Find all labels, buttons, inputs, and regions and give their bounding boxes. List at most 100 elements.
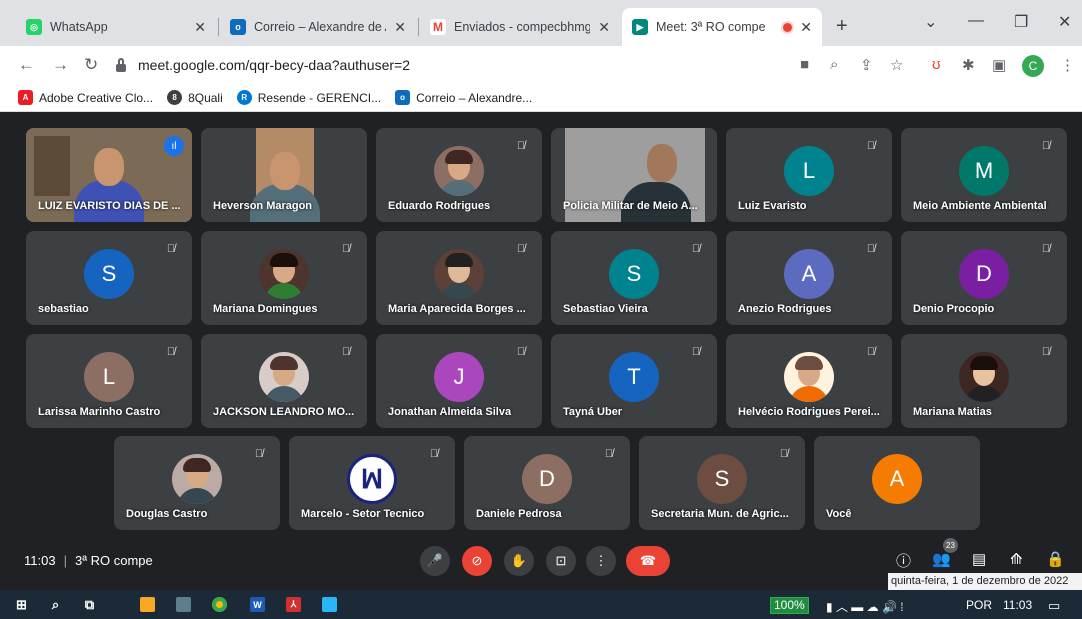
participant-avatar: D (959, 249, 1009, 300)
tray-icons[interactable]: ▮ ︿ ▬ ☁ 🔊 ⁞ (826, 598, 904, 615)
gmail-icon: M (430, 19, 446, 35)
tab-enviados[interactable]: M Enviados - compecbhmg@ ✕ (420, 8, 620, 46)
system-clock[interactable]: 11:03 (1003, 598, 1032, 612)
photos-icon[interactable] (322, 597, 337, 612)
muted-mic-icon: 🎙̸ (166, 243, 176, 255)
meet-stage: ıl LUIZ EVARISTO DIAS DE ... Heverson Ma… (0, 112, 1082, 590)
close-tab-icon[interactable]: ✕ (800, 19, 812, 36)
participant-tile[interactable]: 🎙̸ L Larissa Marinho Castro (26, 334, 192, 428)
microphone-button[interactable]: 🎤 (420, 546, 450, 576)
participants-count-badge: 23 (943, 538, 958, 553)
raise-hand-button[interactable]: ✋ (504, 546, 534, 576)
tab-correio[interactable]: o Correio – Alexandre de Ar ✕ (220, 8, 416, 46)
word-icon[interactable]: W (250, 597, 265, 612)
info-icon[interactable]: ⓘ (896, 550, 911, 571)
participant-tile[interactable]: 🎙̸ ꟽ Marcelo - Setor Tecnico (289, 436, 455, 530)
muted-mic-icon: 🎙̸ (516, 243, 526, 255)
restore-icon[interactable]: ❐ (1014, 12, 1028, 32)
participant-avatar: S (697, 454, 747, 505)
chrome-icon[interactable] (212, 597, 227, 612)
app-icon[interactable] (176, 597, 191, 612)
participant-tile[interactable]: 🎙̸ JACKSON LEANDRO MO... (201, 334, 367, 428)
reload-icon[interactable]: ↻ (84, 55, 98, 75)
muted-mic-icon: 🎙̸ (866, 140, 876, 152)
participant-tile[interactable]: 🎙̸ Douglas Castro (114, 436, 280, 530)
participant-tile[interactable]: Heverson Maragon (201, 128, 367, 222)
share-icon[interactable]: ⇪ (860, 56, 873, 74)
tab-search-icon[interactable]: ⌄ (924, 12, 937, 32)
file-explorer-icon[interactable] (140, 597, 155, 612)
participant-tile[interactable]: 🎙̸ A Anezio Rodrigues (726, 231, 892, 325)
close-window-icon[interactable]: ✕ (1058, 12, 1071, 32)
participant-tile[interactable]: 🎙̸ Mariana Domingues (201, 231, 367, 325)
more-options-button[interactable]: ⋮ (586, 546, 616, 576)
bookmark-star-icon[interactable]: ☆ (890, 56, 903, 74)
hand-icon: ✋ (510, 553, 528, 568)
task-view-icon[interactable]: ⧉ (82, 597, 97, 612)
participant-tile[interactable]: 🎙̸ M Meio Ambiente Ambiental (901, 128, 1067, 222)
8quali-icon: 8 (167, 90, 183, 105)
participant-tile[interactable]: Policia Militar de Meio A... (551, 128, 717, 222)
menu-icon[interactable]: ⋮ (1060, 56, 1075, 74)
tab-meet[interactable]: ▶ Meet: 3ª RO compe ✕ (622, 8, 822, 46)
leave-call-button[interactable]: ☎ (626, 546, 670, 576)
host-controls-icon[interactable]: 🔒 (1046, 550, 1065, 568)
muted-mic-icon: 🎙̸ (691, 243, 701, 255)
participant-tile[interactable]: ıl LUIZ EVARISTO DIAS DE ... (26, 128, 192, 222)
bookmark-correio[interactable]: o Correio – Alexandre... (395, 90, 532, 105)
participant-tile[interactable]: 🎙̸ Eduardo Rodrigues (376, 128, 542, 222)
sidepanel-icon[interactable]: ▣ (992, 56, 1006, 74)
participant-tile[interactable]: 🎙̸ T Tayná Uber (551, 334, 717, 428)
windows-start-icon[interactable]: ⊞ (14, 597, 29, 612)
address-bar[interactable]: meet.google.com/qqr-becy-daa?authuser=2 (116, 51, 876, 79)
participant-tile-self[interactable]: A Você (814, 436, 980, 530)
bookmark-8quali[interactable]: 8 8Quali (167, 90, 223, 105)
battery-indicator[interactable]: 100% (770, 597, 809, 614)
muted-mic-icon: 🎙̸ (516, 346, 526, 358)
back-icon[interactable]: ← (18, 55, 35, 75)
adobe-icon: A (18, 90, 33, 105)
forward-icon[interactable]: → (52, 55, 69, 75)
participant-tile[interactable]: 🎙̸ L Luiz Evaristo (726, 128, 892, 222)
muted-mic-icon: 🎙̸ (866, 346, 876, 358)
camera-icon[interactable]: ■ (800, 56, 809, 73)
zoom-icon[interactable]: ⌕ (830, 56, 838, 73)
participant-tile[interactable]: 🎙̸ Helvécio Rodrigues Perei... (726, 334, 892, 428)
notification-icon[interactable]: ▭ (1048, 598, 1060, 614)
speaking-indicator-icon: ıl (164, 136, 184, 156)
muted-mic-icon: 🎙̸ (254, 448, 264, 460)
bookmark-adobe[interactable]: A Adobe Creative Clo... (18, 90, 153, 105)
participant-tile[interactable]: 🎙̸ S Secretaria Mun. de Agric... (639, 436, 805, 530)
participant-avatar: L (784, 146, 834, 197)
participant-tile[interactable]: 🎙̸ S sebastiao (26, 231, 192, 325)
muted-mic-icon: 🎙̸ (604, 448, 614, 460)
minimize-icon[interactable]: — (968, 12, 984, 30)
camera-toggle-button[interactable]: ⊘ (462, 546, 492, 576)
participant-tile[interactable]: 🎙̸ S Sebastiao Vieira (551, 231, 717, 325)
participant-tile[interactable]: 🎙̸ D Denio Procopio (901, 231, 1067, 325)
close-tab-icon[interactable]: ✕ (194, 19, 206, 36)
meet-icon: ▶ (632, 19, 648, 35)
participant-tile[interactable]: 🎙̸ Maria Aparecida Borges ... (376, 231, 542, 325)
puzzle-icon[interactable]: ✱ (962, 56, 975, 74)
profile-avatar[interactable]: C (1022, 55, 1044, 77)
bookmark-resende[interactable]: R Resende - GERENCI... (236, 90, 381, 105)
participant-tile[interactable]: 🎙̸ J Jonathan Almeida Silva (376, 334, 542, 428)
participant-tile[interactable]: 🎙̸ Mariana Matias (901, 334, 1067, 428)
participant-tile[interactable]: 🎙̸ D Daniele Pedrosa (464, 436, 630, 530)
search-icon[interactable]: ⌕ (48, 597, 63, 612)
tab-whatsapp[interactable]: ◎ WhatsApp ✕ (16, 8, 216, 46)
extension-icon[interactable]: ʊ (932, 56, 941, 73)
close-tab-icon[interactable]: ✕ (598, 19, 610, 36)
close-tab-icon[interactable]: ✕ (394, 19, 406, 36)
windows-taskbar: ⊞ ⌕ ⧉ W ⅄ (0, 590, 1082, 619)
new-tab-icon[interactable]: + (836, 15, 848, 38)
activities-icon[interactable]: ⟰ (1010, 550, 1023, 568)
language-indicator[interactable]: POR (966, 598, 992, 612)
acrobat-icon[interactable]: ⅄ (286, 597, 301, 612)
present-button[interactable]: ⊡ (546, 546, 576, 576)
lock-icon (116, 57, 126, 72)
hang-up-icon: ☎ (639, 553, 657, 568)
chat-icon[interactable]: ▤ (972, 550, 986, 568)
outlook-icon: o (395, 90, 411, 105)
